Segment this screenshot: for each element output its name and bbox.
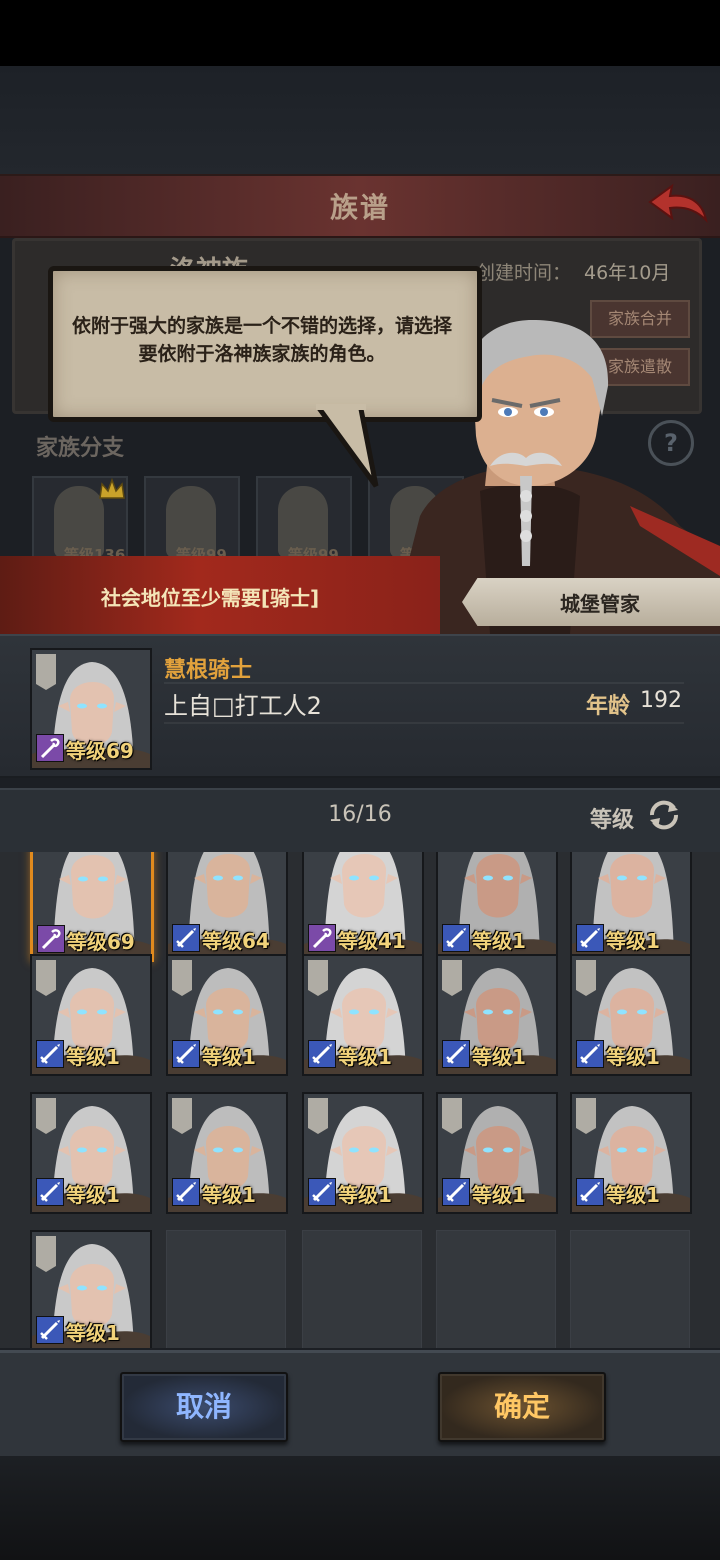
crown-icon	[98, 477, 126, 500]
character-card[interactable]: 等级1	[166, 954, 288, 1076]
level-label: 等级1	[66, 1321, 120, 1345]
level-label: 等级1	[202, 1183, 256, 1207]
level-label: 等级1	[606, 1183, 660, 1207]
level-label: 等级1	[66, 1183, 120, 1207]
page-title: 族谱	[329, 191, 390, 224]
character-card[interactable]: 等级1	[436, 954, 558, 1076]
level-label: 等级1	[202, 1045, 256, 1069]
character-card[interactable]: 等级41	[302, 852, 424, 960]
branch-card[interactable]: 等级99	[256, 476, 352, 564]
branch-card[interactable]: 等级99	[144, 476, 240, 564]
sword-weapon-icon	[442, 1178, 470, 1206]
character-card[interactable]: 等级1	[166, 1092, 288, 1214]
confirm-button[interactable]: 确定	[438, 1372, 606, 1442]
staff-weapon-icon	[308, 924, 336, 952]
level-label: 等级1	[338, 1045, 392, 1069]
sword-weapon-icon	[172, 1040, 200, 1068]
age-value: 192	[640, 688, 682, 713]
sword-weapon-icon	[172, 1178, 200, 1206]
level-label: 等级41	[338, 929, 406, 953]
bottom-bar	[0, 1350, 720, 1459]
selected-name: 上自□打工人2	[164, 692, 322, 720]
npc-name: 城堡管家	[560, 592, 640, 616]
sword-weapon-icon	[36, 1316, 64, 1344]
selected-portrait: 等级69	[30, 648, 152, 770]
back-button[interactable]	[646, 180, 710, 228]
character-card[interactable]: 等级1	[30, 954, 152, 1076]
sword-weapon-icon	[36, 1040, 64, 1068]
divider	[164, 682, 684, 684]
character-card[interactable]: 等级1	[302, 1092, 424, 1214]
family-branch-title: 家族分支	[36, 436, 125, 461]
staff-weapon-icon	[37, 925, 65, 953]
character-card[interactable]: 等级1	[30, 1230, 152, 1348]
level-label: 等级64	[202, 929, 270, 953]
character-card[interactable]: 等级69	[30, 852, 154, 962]
level-label: 等级1	[606, 1045, 660, 1069]
refresh-sort-icon[interactable]	[646, 798, 682, 832]
level-label: 等级69	[67, 930, 135, 954]
level-label: 等级1	[338, 1183, 392, 1207]
empty-slot	[302, 1230, 422, 1348]
divider	[164, 722, 684, 724]
bottom-backdrop	[0, 1456, 720, 1560]
character-card[interactable]: 等级1	[302, 954, 424, 1076]
requirement-text: 社会地位至少需要[骑士]	[100, 586, 320, 610]
level-label: 等级1	[66, 1045, 120, 1069]
top-backdrop	[0, 66, 720, 174]
created-time-value: 46年10月	[584, 262, 671, 284]
sort-label[interactable]: 等级	[590, 802, 634, 834]
dialog-text: 依附于强大的家族是一个不错的选择，请选择要依附于洛神族家族的角色。	[72, 315, 453, 365]
sword-weapon-icon	[442, 1040, 470, 1068]
back-arrow-icon	[648, 183, 708, 224]
sword-weapon-icon	[308, 1178, 336, 1206]
sword-weapon-icon	[172, 924, 200, 952]
empty-slot	[166, 1230, 286, 1348]
sword-weapon-icon	[576, 924, 604, 952]
sword-weapon-icon	[308, 1040, 336, 1068]
sword-weapon-icon	[36, 1178, 64, 1206]
character-card[interactable]: 等级1	[570, 1092, 692, 1214]
character-card[interactable]: 等级64	[166, 852, 288, 960]
empty-slot	[570, 1230, 690, 1348]
age-label: 年龄	[586, 694, 631, 719]
character-card[interactable]: 等级1	[436, 1092, 558, 1214]
sword-weapon-icon	[442, 924, 470, 952]
level-label: 等级1	[472, 1183, 526, 1207]
character-card[interactable]: 等级1	[30, 1092, 152, 1214]
empty-slot	[436, 1230, 556, 1348]
character-card[interactable]: 等级1	[570, 852, 692, 960]
sword-weapon-icon	[576, 1178, 604, 1206]
speech-bubble-tail	[311, 401, 386, 488]
level-label: 等级1	[472, 1045, 526, 1069]
staff-weapon-icon	[36, 734, 64, 762]
created-time-label: 创建时间：	[476, 262, 572, 284]
level-label: 等级69	[66, 739, 134, 763]
sword-weapon-icon	[576, 1040, 604, 1068]
cancel-button[interactable]: 取消	[120, 1372, 288, 1442]
level-label: 等级1	[606, 929, 660, 953]
level-label: 等级1	[472, 929, 526, 953]
character-grid: 等级69 等级64 等级41 等级1 等级1 等级1 等级1 等级1 等级1 等级1 等级1 等级1 等…	[0, 852, 720, 1348]
selected-title: 慧根骑士	[164, 658, 253, 683]
status-bar-area	[0, 0, 720, 66]
character-card[interactable]: 等级1	[570, 954, 692, 1076]
character-card[interactable]: 等级1	[436, 852, 558, 960]
